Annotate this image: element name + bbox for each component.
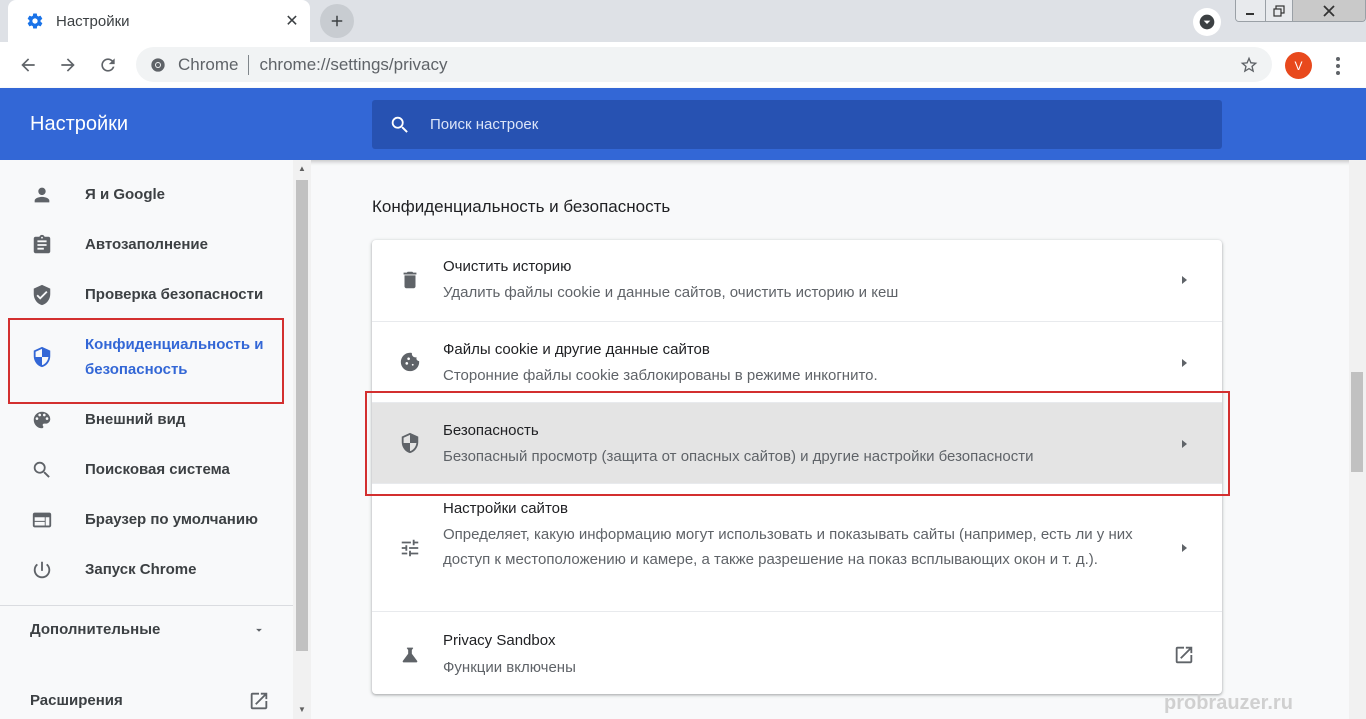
sidebar-item-on-startup[interactable]: Запуск Chrome — [0, 557, 293, 582]
row-title: Очистить историю — [443, 258, 572, 275]
arrow-left-icon — [21, 58, 35, 72]
sidebar-item-you-and-google[interactable]: Я и Google — [0, 182, 293, 207]
sidebar-item-autofill[interactable]: Автозаполнение — [0, 232, 293, 257]
sidebar-item-label: Запуск Chrome — [85, 561, 197, 578]
chevron-right-icon — [1178, 542, 1190, 554]
row-cookies[interactable]: Файлы cookie и другие данные сайтов Стор… — [372, 321, 1222, 402]
row-clear-history[interactable]: Очистить историю Удалить файлы cookie и … — [372, 240, 1222, 321]
back-button[interactable] — [13, 50, 43, 80]
row-subtitle: Определяет, какую информацию могут испол… — [443, 526, 1133, 568]
row-subtitle: Удалить файлы cookie и данные сайтов, оч… — [443, 284, 899, 301]
scroll-up-arrow[interactable]: ▲ — [297, 164, 307, 174]
palette-icon — [30, 408, 54, 432]
chevron-down-icon — [1199, 14, 1215, 30]
chevron-right-icon — [1178, 357, 1190, 369]
sidebar-item-label: Автозаполнение — [85, 236, 208, 253]
trash-icon — [398, 268, 422, 292]
sidebar-item-label: Я и Google — [85, 186, 166, 203]
reload-button[interactable] — [93, 50, 123, 80]
search-input[interactable] — [430, 116, 1190, 133]
sidebar: Я и Google Автозаполнение Проверка безоп… — [0, 160, 293, 719]
sidebar-item-label: Внешний вид — [85, 411, 186, 428]
restore-button[interactable] — [1265, 0, 1294, 21]
open-in-new-icon — [247, 689, 271, 713]
scrollbar-thumb[interactable] — [1351, 372, 1363, 472]
url-text[interactable]: chrome://settings/privacy — [259, 55, 447, 75]
more-menu-icon[interactable] — [1328, 52, 1348, 79]
gear-icon — [24, 10, 46, 32]
tune-icon — [398, 536, 422, 560]
row-title: Файлы cookie и другие данные сайтов — [443, 341, 710, 358]
avatar[interactable]: V — [1285, 52, 1312, 79]
url-scheme: chrome:// — [259, 54, 331, 74]
search-icon — [388, 113, 412, 137]
open-in-new-icon[interactable] — [1172, 643, 1196, 667]
row-subtitle: Сторонние файлы cookie заблокированы в р… — [443, 367, 878, 384]
watermark: probrauzer.ru — [1164, 692, 1293, 714]
sidebar-item-label: Проверка безопасности — [85, 286, 264, 303]
close-icon[interactable]: ✕ — [280, 9, 304, 33]
minimize-button[interactable] — [1236, 0, 1266, 21]
arrow-right-icon — [61, 58, 75, 72]
sidebar-item-advanced[interactable]: Дополнительные — [0, 617, 293, 642]
sidebar-item-safety-check[interactable]: Проверка безопасности — [0, 282, 293, 307]
row-site-settings[interactable]: Настройки сайтов Определяет, какую инфор… — [372, 483, 1222, 611]
clipboard-icon — [30, 233, 54, 257]
settings-search[interactable] — [372, 100, 1222, 149]
sidebar-divider — [0, 605, 293, 606]
search-icon — [30, 458, 54, 482]
flask-icon — [398, 643, 422, 667]
row-title: Настройки сайтов — [443, 500, 568, 517]
caret-down-icon — [247, 618, 271, 642]
row-title: Privacy Sandbox — [443, 632, 556, 649]
new-tab-button[interactable] — [320, 4, 354, 38]
section-title: Конфиденциальность и безопасность — [372, 197, 671, 216]
address-bar[interactable]: Chrome chrome://settings/privacy — [136, 47, 1272, 82]
person-icon — [30, 183, 54, 207]
sidebar-item-search-engine[interactable]: Поисковая система — [0, 457, 293, 482]
sidebar-item-extensions[interactable]: Расширения — [0, 688, 293, 713]
reload-icon — [101, 58, 115, 72]
sidebar-extensions-label: Расширения — [30, 692, 123, 709]
sidebar-advanced-label: Дополнительные — [30, 621, 161, 638]
omnibox-separator — [248, 54, 250, 75]
window-controls — [1235, 0, 1366, 22]
url-path: settings/privacy — [330, 54, 448, 74]
tab-strip: Настройки ✕ — [0, 0, 1366, 42]
shield-check-icon — [30, 283, 54, 307]
site-label: Chrome — [178, 54, 239, 74]
sidebar-item-default-browser[interactable]: Браузер по умолчанию — [0, 507, 293, 532]
highlight-frame-sidebar — [8, 318, 284, 404]
chevron-right-icon — [1178, 274, 1190, 286]
forward-button[interactable] — [53, 50, 83, 80]
page-title: Настройки — [30, 113, 129, 135]
chrome-icon — [148, 55, 168, 75]
tab-search-button[interactable] — [1193, 8, 1221, 36]
sidebar-item-label: Браузер по умолчанию — [85, 511, 258, 528]
toolbar: Chrome chrome://settings/privacy V — [0, 42, 1366, 88]
browser-icon — [30, 508, 54, 532]
row-privacy-sandbox[interactable]: Privacy Sandbox Функции включены — [372, 611, 1222, 694]
row-subtitle: Функции включены — [443, 659, 576, 676]
sidebar-item-label: Поисковая система — [85, 461, 230, 478]
scrollbar-thumb[interactable] — [296, 180, 308, 651]
scroll-down-arrow[interactable]: ▼ — [297, 705, 307, 715]
plus-icon — [331, 15, 343, 27]
tab-title: Настройки — [56, 12, 130, 30]
power-icon — [30, 558, 54, 582]
sidebar-scrollbar[interactable]: ▲ ▼ — [293, 160, 311, 719]
main-scrollbar[interactable] — [1349, 160, 1366, 719]
cookie-icon — [398, 350, 422, 374]
bookmark-star-icon[interactable] — [1236, 52, 1262, 78]
close-window-button[interactable] — [1293, 0, 1365, 21]
settings-header: Настройки — [0, 88, 1366, 160]
tab-settings[interactable]: Настройки ✕ — [8, 0, 310, 42]
highlight-frame-security — [365, 391, 1230, 496]
sidebar-item-appearance[interactable]: Внешний вид — [0, 407, 293, 432]
